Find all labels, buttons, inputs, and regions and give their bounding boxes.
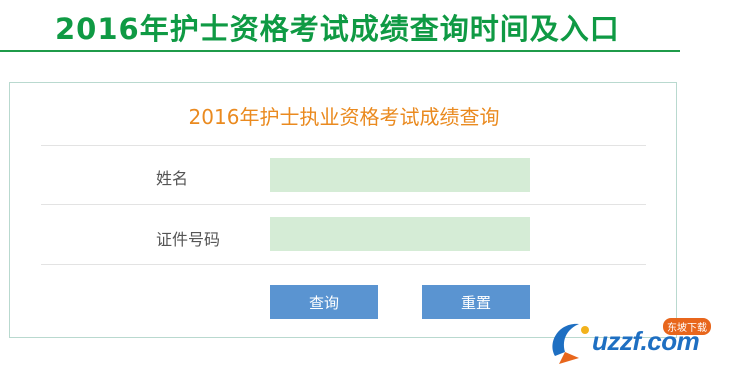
divider-top — [41, 145, 646, 146]
banner-title: 2016年护士资格考试成绩查询时间及入口 — [55, 12, 620, 46]
id-number-input[interactable] — [270, 217, 530, 251]
uzzf-watermark: 东坡下载 uzzf.com — [545, 312, 730, 368]
divider-bottom — [41, 264, 646, 265]
form-title: 2016年护士执业资格考试成绩查询 — [188, 105, 500, 129]
search-button[interactable]: 查询 — [270, 285, 378, 319]
query-form-panel: 2016年护士执业资格考试成绩查询 姓名 证件号码 查询 重置 — [9, 82, 677, 338]
name-input[interactable] — [270, 158, 530, 192]
watermark-brand: uzzf.com — [592, 326, 700, 356]
name-label: 姓名 — [156, 169, 189, 188]
page-banner: 2016年护士资格考试成绩查询时间及入口 — [0, 0, 680, 52]
id-number-label: 证件号码 — [156, 230, 221, 249]
divider-middle — [41, 204, 646, 205]
reset-button[interactable]: 重置 — [422, 285, 530, 319]
